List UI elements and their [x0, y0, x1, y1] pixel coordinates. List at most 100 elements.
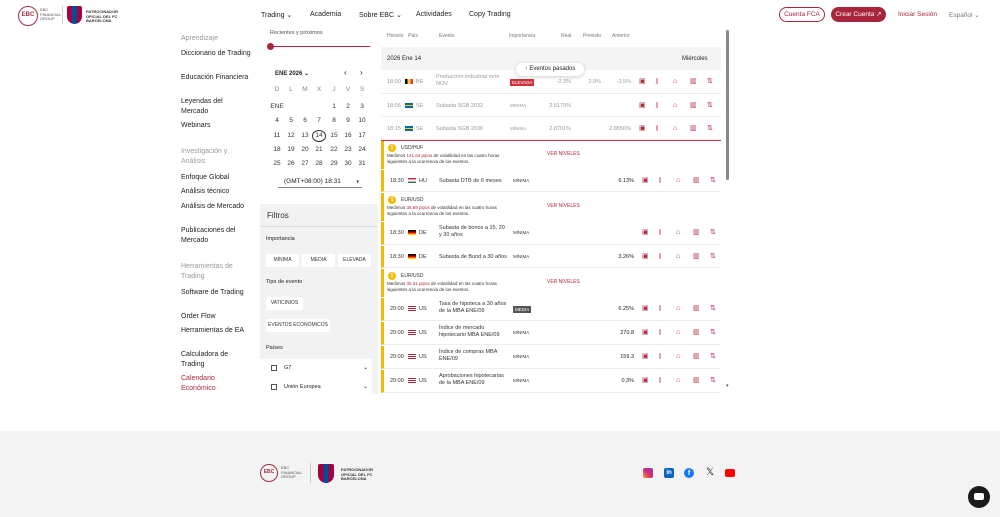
calendar-day[interactable]: 29: [327, 160, 341, 167]
sidebar-item-calendario[interactable]: Calendario Económico: [181, 374, 251, 393]
bar-chart-icon[interactable]: ⫾: [659, 252, 667, 261]
calendar-day[interactable]: 28: [312, 160, 326, 167]
ver-niveles-link[interactable]: VER NIVELES: [547, 151, 580, 157]
calendar-icon[interactable]: ▣: [642, 328, 650, 337]
calendar-day[interactable]: 4: [270, 117, 284, 124]
bank-icon[interactable]: ⌂: [673, 101, 681, 110]
calendar-day[interactable]: 7: [312, 117, 326, 124]
calendar-icon[interactable]: ▣: [642, 352, 650, 361]
calendar-day[interactable]: 16: [341, 132, 355, 139]
chevron-down-icon[interactable]: ⌄: [363, 383, 368, 390]
sort-arrows-icon[interactable]: ⇅: [710, 352, 718, 361]
youtube-icon[interactable]: [725, 469, 735, 477]
calendar-day[interactable]: 19: [284, 146, 298, 153]
calendar-day[interactable]: 11: [270, 132, 284, 139]
bank-icon[interactable]: ⌂: [676, 228, 684, 237]
calendar-day[interactable]: 31: [355, 160, 369, 167]
calendar-icon[interactable]: ▣: [639, 124, 647, 133]
event-name[interactable]: Subasta SGB 2036: [436, 126, 504, 133]
prev-month-button[interactable]: ‹: [344, 68, 347, 77]
importance-media-pill[interactable]: MEDIA: [302, 254, 335, 267]
event-name[interactable]: Subasta DTB de 6 meses: [439, 178, 507, 185]
sort-arrows-icon[interactable]: ⇅: [710, 376, 718, 385]
calendar-day[interactable]: 24: [355, 146, 369, 153]
calendar-day-selected[interactable]: 14: [312, 129, 326, 142]
event-name[interactable]: Subasta de Bund a 30 años: [439, 254, 507, 261]
calendar-icon[interactable]: ▣: [639, 101, 647, 110]
calendar-day[interactable]: 13: [298, 132, 312, 139]
bar-chart-icon[interactable]: ⫾: [659, 328, 667, 337]
event-name[interactable]: Índice de compras MBA ENE/09: [439, 349, 507, 363]
bar-chart-icon[interactable]: ⫾: [659, 228, 667, 237]
sidebar-item-webinars[interactable]: Webinars: [181, 121, 251, 131]
sidebar-item-publicaciones[interactable]: Publicaciones del Mercado: [181, 226, 251, 245]
table-row[interactable]: 18:05 SE Subasta SGB 2032 MÍNIMA 2.5179% ▣ ⫾ ⌂ ▥…: [381, 95, 721, 117]
checkbox[interactable]: [271, 384, 277, 390]
bar-chart-icon[interactable]: ⫾: [659, 176, 667, 185]
calendar-day[interactable]: 20: [298, 146, 312, 153]
next-month-button[interactable]: ›: [360, 68, 363, 77]
scroll-down-icon[interactable]: ▾: [726, 383, 729, 389]
past-events-button[interactable]: ↑ Eventos pasados: [516, 63, 584, 76]
calendar-day[interactable]: 25: [270, 160, 284, 167]
calendar-icon[interactable]: ▣: [642, 304, 650, 313]
calendar-icon[interactable]: ▣: [639, 77, 647, 86]
sidebar-item-tecnico[interactable]: Análisis técnico: [181, 187, 251, 197]
month-select[interactable]: ENE 2026 ⌄: [275, 70, 309, 77]
bank-icon[interactable]: ⌂: [673, 124, 681, 133]
table-row[interactable]: 18:15 SE Subasta SGB 2036 MÍNIMA 2.8701% 2.85…: [381, 118, 721, 140]
chat-bubble-icon[interactable]: [968, 486, 990, 508]
ver-niveles-link[interactable]: VER NIVELES: [547, 279, 580, 285]
table-row[interactable]: 20:00 US Índice de mercado hipotecario MBA…: [381, 322, 721, 345]
country-item-ue[interactable]: Unión Europea ⌄: [260, 379, 372, 394]
bar-chart-icon[interactable]: ⫾: [656, 77, 664, 86]
nav-sobre-ebc[interactable]: Sobre EBC ⌄: [359, 11, 402, 19]
range-slider-track[interactable]: [268, 46, 370, 47]
table-row[interactable]: 18:30 DE Subasta de bonos a 15, 20 y 30 añ…: [381, 222, 721, 245]
fca-account-button[interactable]: Cuenta FCA: [779, 7, 825, 22]
event-name[interactable]: Subasta SGB 2032: [436, 103, 504, 110]
calendar-day[interactable]: 21: [312, 146, 326, 153]
event-type-vaticinios-pill[interactable]: VATICINIOS: [266, 297, 303, 310]
calendar-day[interactable]: 5: [284, 117, 298, 124]
event-name[interactable]: Producción industrial m/m NOV: [436, 74, 504, 88]
table-row[interactable]: 20:00 US Aprobaciones hipotecarias de la M…: [381, 370, 721, 393]
calendar-day[interactable]: 9: [341, 117, 355, 124]
calendar-icon[interactable]: ▣: [642, 228, 650, 237]
calendar-day[interactable]: 17: [355, 132, 369, 139]
checkbox[interactable]: [271, 365, 277, 371]
sort-arrows-icon[interactable]: ⇅: [710, 176, 718, 185]
sidebar-item-diccionario[interactable]: Diccionario de Trading: [181, 49, 251, 59]
bar-chart-icon[interactable]: ⫾: [659, 352, 667, 361]
nav-trading[interactable]: Trading ⌄: [261, 11, 292, 19]
calendar-day[interactable]: 30: [341, 160, 355, 167]
sort-arrows-icon[interactable]: ⇅: [710, 228, 718, 237]
calendar-icon[interactable]: ▣: [642, 376, 650, 385]
calendar-day[interactable]: 3: [355, 103, 369, 110]
table-scrollbar[interactable]: [726, 30, 729, 180]
event-name[interactable]: Subasta de bonos a 15, 20 y 30 años: [439, 225, 507, 239]
sidebar-item-order-flow[interactable]: Order Flow: [181, 312, 251, 322]
ebc-logo-icon[interactable]: EBC: [18, 6, 38, 26]
calendar-day[interactable]: 23: [341, 146, 355, 153]
importance-elevada-pill[interactable]: ELEVADA: [338, 254, 371, 267]
calendar-icon[interactable]: ▣: [642, 252, 650, 261]
bank-icon[interactable]: ⌂: [673, 77, 681, 86]
bank-icon[interactable]: ⌂: [676, 328, 684, 337]
importance-minima-pill[interactable]: MÍNIMA: [266, 254, 299, 267]
table-row[interactable]: 20:00 US Tasa de hipoteca a 30 años de la …: [381, 298, 721, 321]
calendar-day[interactable]: 12: [284, 132, 298, 139]
bar-chart-icon[interactable]: ⫾: [656, 124, 664, 133]
calendar-day[interactable]: 18: [270, 146, 284, 153]
sort-arrows-icon[interactable]: ⇅: [710, 252, 718, 261]
instagram-icon[interactable]: [643, 468, 653, 478]
sort-arrows-icon[interactable]: ⇅: [710, 328, 718, 337]
bank-icon[interactable]: ⌂: [676, 176, 684, 185]
timezone-select[interactable]: (GMT+08:00) 18:31 ▾: [278, 176, 362, 188]
nav-copy-trading[interactable]: Copy Trading: [469, 11, 511, 18]
calendar-day[interactable]: 15: [327, 132, 341, 139]
calendar-day[interactable]: 8: [327, 117, 341, 124]
country-item-g7[interactable]: G7 ⌄: [260, 359, 372, 379]
sort-arrows-icon[interactable]: ⇅: [707, 124, 715, 133]
column-chart-icon[interactable]: ▥: [693, 304, 701, 313]
